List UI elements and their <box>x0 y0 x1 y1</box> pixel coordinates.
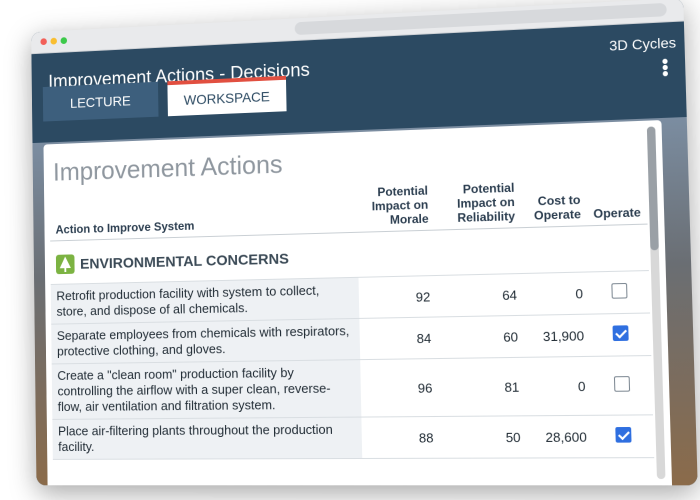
tab-lecture[interactable]: LECTURE <box>43 82 159 122</box>
operate-checkbox[interactable] <box>611 283 627 299</box>
header-reliability: Potential Impact on Reliability <box>434 178 522 230</box>
cost-value: 0 <box>525 356 593 415</box>
tree-icon <box>56 254 75 274</box>
table-row: Place air-filtering plants throughout th… <box>52 415 654 460</box>
action-text: Retrofit production facility with system… <box>51 277 360 324</box>
reliability-value: 60 <box>437 315 525 358</box>
actions-table: Action to Improve System Potential Impac… <box>50 174 655 460</box>
morale-value: 92 <box>358 276 436 319</box>
morale-value: 88 <box>361 416 440 458</box>
panel-title: Improvement Actions <box>53 149 283 188</box>
workspace-content: Improvement Actions Action to Improve Sy… <box>32 117 697 485</box>
action-text: Place air-filtering plants throughout th… <box>52 417 362 459</box>
operate-checkbox[interactable] <box>612 325 628 341</box>
category-heading: ENVIRONMENTAL CONCERNS <box>56 239 642 274</box>
improvement-panel: Improvement Actions Action to Improve Sy… <box>43 120 672 485</box>
reliability-value: 64 <box>436 273 524 316</box>
cost-value: 0 <box>523 272 590 315</box>
header-morale: Potential Impact on Morale <box>357 181 435 232</box>
operate-checkbox[interactable] <box>615 427 631 443</box>
morale-value: 96 <box>360 359 439 418</box>
close-window-dot[interactable] <box>40 38 46 45</box>
reliability-value: 81 <box>438 357 526 416</box>
header-cost: Cost to Operate <box>520 176 587 227</box>
cost-value: 28,600 <box>526 415 593 458</box>
operate-cell <box>589 271 650 315</box>
maximize-window-dot[interactable] <box>61 37 68 44</box>
cost-value: 31,900 <box>524 314 591 357</box>
scrollbar-thumb[interactable] <box>647 126 659 250</box>
operate-cell <box>593 415 655 458</box>
minimize-window-dot[interactable] <box>50 38 57 45</box>
action-text: Separate employees from chemicals with r… <box>51 318 360 364</box>
app-window: Improvement Actions - Decisions 3D Cycle… <box>31 0 698 485</box>
reliability-value: 50 <box>439 416 527 458</box>
operate-cell <box>591 356 653 416</box>
header-action: Action to Improve System <box>50 184 358 241</box>
tab-workspace[interactable]: WORKSPACE <box>167 76 286 116</box>
morale-value: 84 <box>359 317 437 360</box>
category-label: ENVIRONMENTAL CONCERNS <box>80 250 289 272</box>
header-operate: Operate <box>586 174 647 226</box>
operate-cell <box>590 313 651 356</box>
action-text: Create a "clean room" production facilit… <box>52 360 362 420</box>
table-row: Create a "clean room" production facilit… <box>52 356 653 420</box>
more-options-icon[interactable]: • • • <box>660 58 671 77</box>
operate-checkbox[interactable] <box>614 376 630 392</box>
